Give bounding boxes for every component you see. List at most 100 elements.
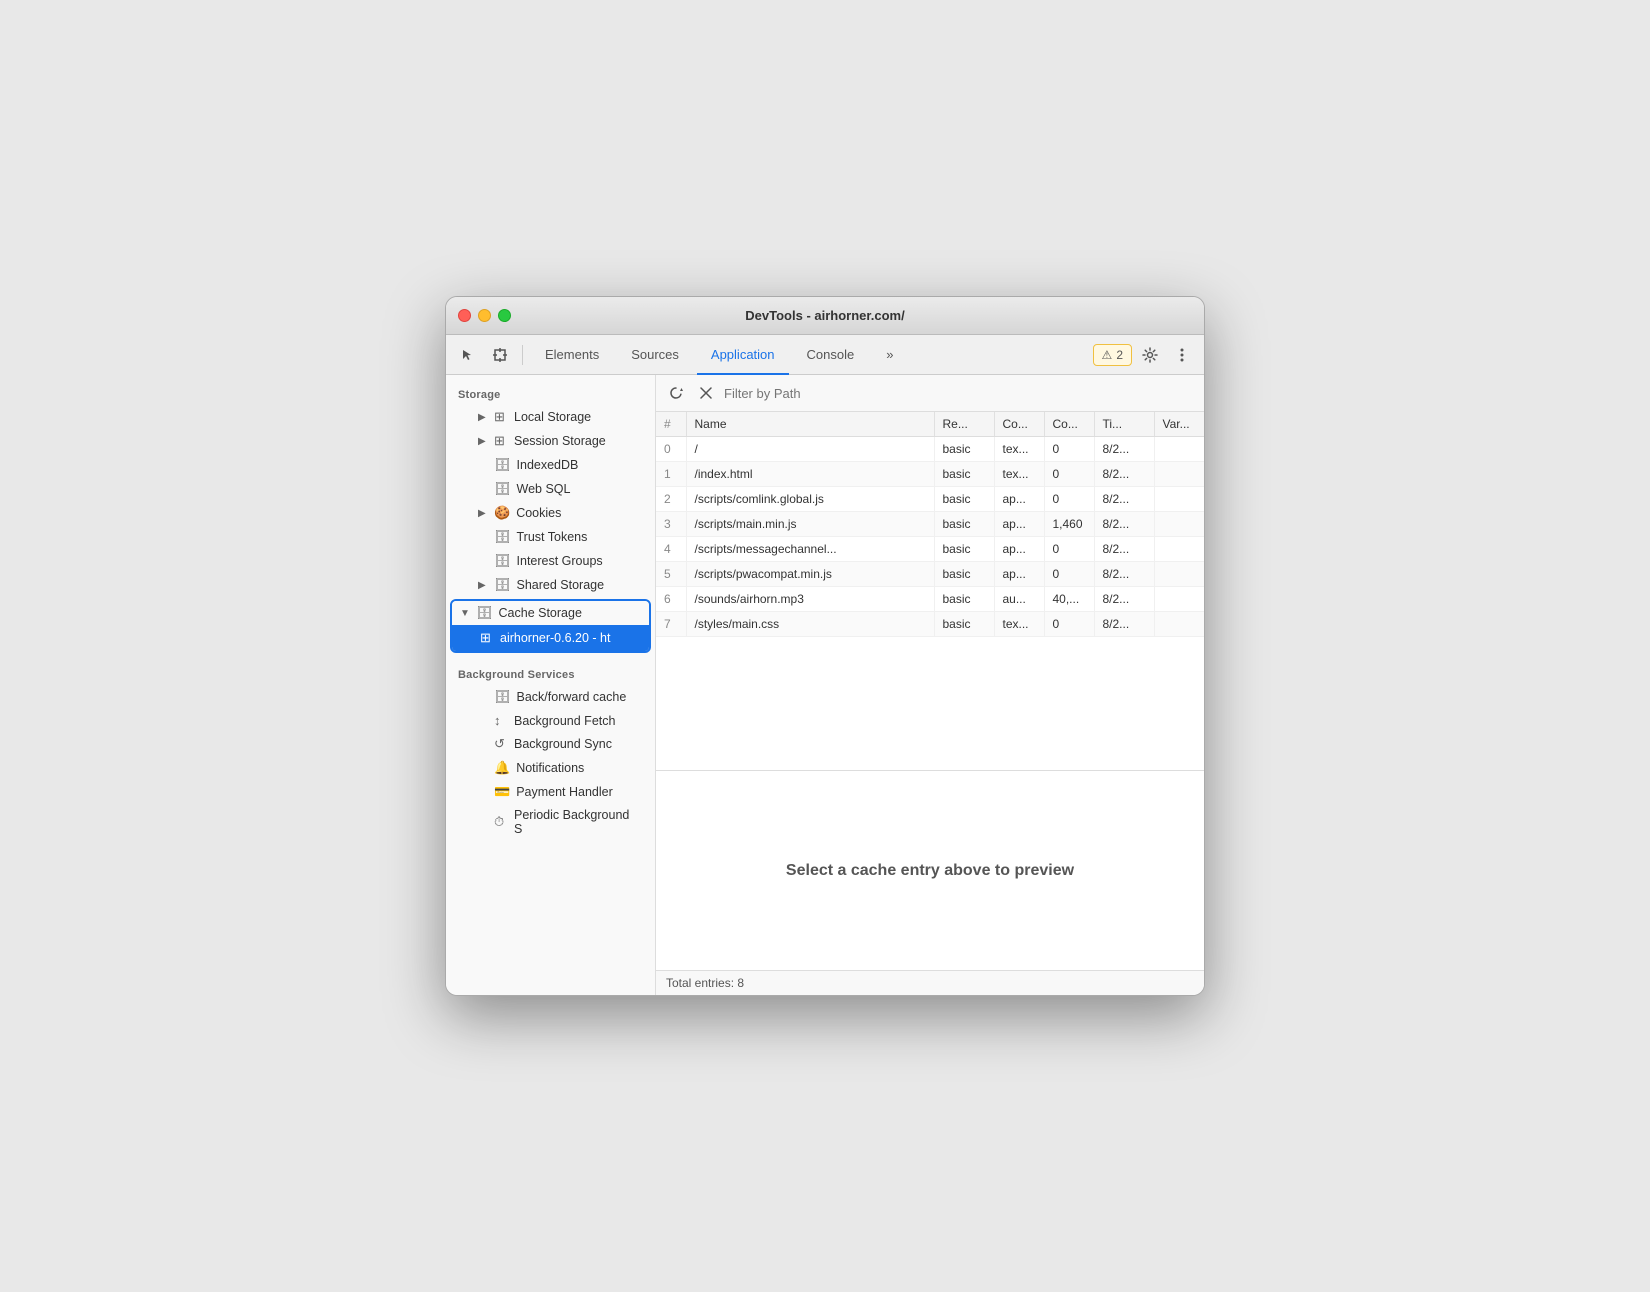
maximize-button[interactable] <box>498 309 511 322</box>
tab-console[interactable]: Console <box>793 335 869 375</box>
arrow-icon: ▶ <box>478 436 488 447</box>
cell-var <box>1154 487 1204 512</box>
sidebar-item-label: Periodic Background S <box>514 808 639 836</box>
cell-name: /sounds/airhorn.mp3 <box>686 587 934 612</box>
cell-var <box>1154 587 1204 612</box>
tab-elements[interactable]: Elements <box>531 335 613 375</box>
grid-icon: ⊞ <box>480 630 494 646</box>
db-icon: 🗄 <box>494 529 511 545</box>
cell-num: 5 <box>656 562 686 587</box>
table-header-row: # Name Re... Co... Co... Ti... Var... <box>656 412 1204 437</box>
cell-num: 3 <box>656 512 686 537</box>
minimize-button[interactable] <box>478 309 491 322</box>
cell-ti: 8/2... <box>1094 612 1154 637</box>
cell-co1: au... <box>994 587 1044 612</box>
refresh-button[interactable] <box>664 381 688 405</box>
sidebar-item-background-fetch[interactable]: ▶ ↕ Background Fetch <box>450 709 651 732</box>
close-button[interactable] <box>458 309 471 322</box>
db-icon: 🗄 <box>494 553 511 569</box>
cell-co1: ap... <box>994 487 1044 512</box>
cell-name: /index.html <box>686 462 934 487</box>
toolbar-divider <box>522 345 523 365</box>
storage-section-label: Storage <box>446 383 655 405</box>
tab-application[interactable]: Application <box>697 335 789 375</box>
sidebar-item-label: Trust Tokens <box>517 530 588 544</box>
db-icon: 🗄 <box>476 605 493 621</box>
arrow-icon: ▶ <box>478 412 488 423</box>
sidebar-item-label: Background Sync <box>514 737 612 751</box>
sidebar: Storage ▶ ⊞ Local Storage ▶ ⊞ Session St… <box>446 375 656 995</box>
cell-num: 2 <box>656 487 686 512</box>
preview-text: Select a cache entry above to preview <box>786 862 1074 880</box>
cell-ti: 8/2... <box>1094 512 1154 537</box>
sidebar-item-label: Web SQL <box>517 482 571 496</box>
table-row[interactable]: 2 /scripts/comlink.global.js basic ap...… <box>656 487 1204 512</box>
sidebar-item-background-sync[interactable]: ▶ ↺ Background Sync <box>450 732 651 756</box>
status-bar: Total entries: 8 <box>656 970 1204 995</box>
sidebar-item-notifications[interactable]: ▶ 🔔 Notifications <box>450 756 651 780</box>
more-menu-button[interactable] <box>1168 341 1196 369</box>
cell-var <box>1154 537 1204 562</box>
periodic-icon: ⏱ <box>494 814 508 830</box>
arrow-icon: ▶ <box>478 580 488 591</box>
sidebar-item-label: Notifications <box>516 761 584 775</box>
sidebar-item-cache-entry[interactable]: ⊞ airhorner-0.6.20 - ht <box>452 625 649 651</box>
cell-num: 0 <box>656 437 686 462</box>
cell-co1: ap... <box>994 562 1044 587</box>
cursor-icon <box>461 348 475 362</box>
sidebar-item-label: Payment Handler <box>516 785 613 799</box>
sidebar-item-periodic-background[interactable]: ▶ ⏱ Periodic Background S <box>450 804 651 840</box>
warning-badge[interactable]: ⚠ 2 <box>1093 344 1132 366</box>
dots-icon <box>1180 347 1184 363</box>
cell-co2: 0 <box>1044 562 1094 587</box>
refresh-icon <box>669 386 683 400</box>
cell-co2: 1,460 <box>1044 512 1094 537</box>
sidebar-item-trust-tokens[interactable]: ▶ 🗄 Trust Tokens <box>450 525 651 549</box>
db-icon: 🗄 <box>494 457 511 473</box>
sidebar-item-session-storage[interactable]: ▶ ⊞ Session Storage <box>450 429 651 453</box>
col-header-co1: Co... <box>994 412 1044 437</box>
sidebar-item-payment-handler[interactable]: ▶ 💳 Payment Handler <box>450 780 651 804</box>
sidebar-item-back-forward-cache[interactable]: ▶ 🗄 Back/forward cache <box>450 685 651 709</box>
cell-co2: 0 <box>1044 462 1094 487</box>
cell-name: /scripts/comlink.global.js <box>686 487 934 512</box>
cookie-icon: 🍪 <box>494 505 510 521</box>
sidebar-item-local-storage[interactable]: ▶ ⊞ Local Storage <box>450 405 651 429</box>
sidebar-item-shared-storage[interactable]: ▶ 🗄 Shared Storage <box>450 573 651 597</box>
clear-button[interactable] <box>694 381 718 405</box>
table-row[interactable]: 0 / basic tex... 0 8/2... <box>656 437 1204 462</box>
cell-re: basic <box>934 587 994 612</box>
table-row[interactable]: 7 /styles/main.css basic tex... 0 8/2... <box>656 612 1204 637</box>
filter-input[interactable] <box>724 386 1196 401</box>
settings-button[interactable] <box>1136 341 1164 369</box>
cell-ti: 8/2... <box>1094 462 1154 487</box>
cell-co1: ap... <box>994 512 1044 537</box>
warning-count: 2 <box>1116 348 1123 362</box>
sidebar-item-interest-groups[interactable]: ▶ 🗄 Interest Groups <box>450 549 651 573</box>
cell-name: /scripts/pwacompat.min.js <box>686 562 934 587</box>
table-body: 0 / basic tex... 0 8/2... 1 /index.html … <box>656 437 1204 637</box>
table-row[interactable]: 6 /sounds/airhorn.mp3 basic au... 40,...… <box>656 587 1204 612</box>
cell-name: / <box>686 437 934 462</box>
tab-more[interactable]: » <box>872 335 907 375</box>
tab-sources[interactable]: Sources <box>617 335 693 375</box>
table-row[interactable]: 1 /index.html basic tex... 0 8/2... <box>656 462 1204 487</box>
sidebar-item-label: Background Fetch <box>514 714 615 728</box>
cell-ti: 8/2... <box>1094 562 1154 587</box>
cursor-icon-button[interactable] <box>454 341 482 369</box>
table-row[interactable]: 4 /scripts/messagechannel... basic ap...… <box>656 537 1204 562</box>
table-row[interactable]: 5 /scripts/pwacompat.min.js basic ap... … <box>656 562 1204 587</box>
filter-bar <box>656 375 1204 412</box>
sidebar-item-cache-storage[interactable]: ▼ 🗄 Cache Storage <box>452 601 649 625</box>
col-header-name: Name <box>686 412 934 437</box>
db-icon: 🗄 <box>494 577 511 593</box>
sidebar-item-web-sql[interactable]: ▶ 🗄 Web SQL <box>450 477 651 501</box>
sidebar-item-cookies[interactable]: ▶ 🍪 Cookies <box>450 501 651 525</box>
sidebar-item-label: Back/forward cache <box>517 690 627 704</box>
table-row[interactable]: 3 /scripts/main.min.js basic ap... 1,460… <box>656 512 1204 537</box>
inspect-icon-button[interactable] <box>486 341 514 369</box>
sidebar-item-indexeddb[interactable]: ▶ 🗄 IndexedDB <box>450 453 651 477</box>
cell-re: basic <box>934 487 994 512</box>
cache-icon: 🗄 <box>494 689 511 705</box>
sidebar-item-label: IndexedDB <box>517 458 579 472</box>
